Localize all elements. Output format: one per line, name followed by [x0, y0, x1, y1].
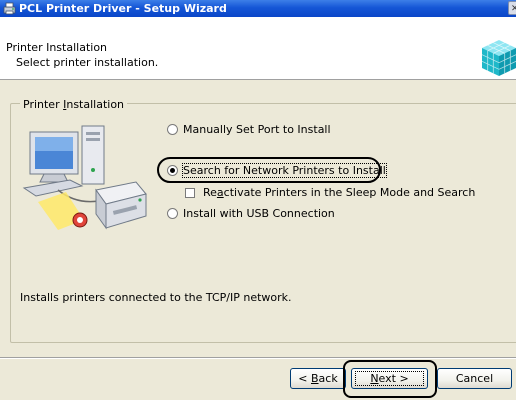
cancel-button[interactable]: Cancel	[437, 368, 512, 389]
cube-icon	[481, 40, 516, 76]
reactivate-checkbox[interactable]	[185, 187, 195, 198]
computer-printer-illustration	[22, 125, 147, 230]
wizard-header: Printer Installation Select printer inst…	[0, 17, 516, 80]
window-title: PCL Printer Driver - Setup Wizard	[19, 2, 227, 15]
next-button[interactable]: Next >	[351, 368, 428, 389]
header-title: Printer Installation	[6, 41, 108, 54]
usb-label: Install with USB Connection	[183, 207, 335, 220]
next-focus-rect	[355, 371, 424, 386]
printer-icon	[3, 2, 16, 15]
network-search-radio[interactable]	[167, 165, 178, 176]
manual-port-label: Manually Set Port to Install	[183, 123, 331, 136]
network-search-label: Search for Network Printers to Install	[182, 163, 387, 178]
option-description: Installs printers connected to the TCP/I…	[20, 291, 292, 304]
reactivate-label: Reactivate Printers in the Sleep Mode an…	[203, 186, 476, 199]
title-bar[interactable]: PCL Printer Driver - Setup Wizard ✕	[0, 0, 516, 17]
header-subtitle: Select printer installation.	[16, 56, 159, 69]
reactivate-option[interactable]: Reactivate Printers in the Sleep Mode an…	[185, 186, 475, 199]
button-separator	[0, 357, 516, 359]
manual-port-option[interactable]: Manually Set Port to Install	[167, 123, 331, 136]
network-search-option[interactable]: Search for Network Printers to Install	[167, 163, 387, 178]
group-legend: Printer Installation	[20, 98, 128, 111]
close-icon[interactable]: ✕	[508, 1, 516, 15]
manual-port-radio[interactable]	[167, 124, 178, 135]
setup-wizard-window: PCL Printer Driver - Setup Wizard ✕ Prin…	[0, 0, 516, 400]
back-button[interactable]: < Back	[290, 368, 346, 389]
usb-option[interactable]: Install with USB Connection	[167, 207, 335, 220]
usb-radio[interactable]	[167, 208, 178, 219]
